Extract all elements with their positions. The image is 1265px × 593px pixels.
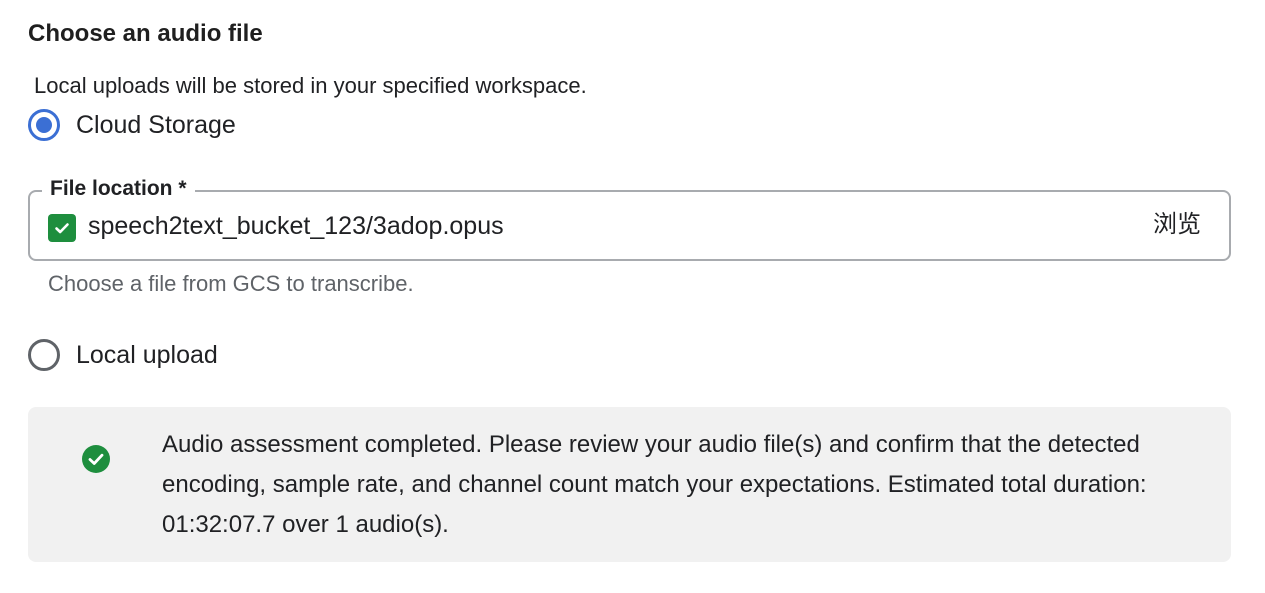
cloud-storage-option[interactable]: Cloud Storage bbox=[28, 108, 236, 142]
file-location-hint: Choose a file from GCS to transcribe. bbox=[48, 271, 414, 296]
section-title: Choose an audio file bbox=[28, 20, 263, 47]
browse-button[interactable]: 浏览 bbox=[1153, 206, 1201, 242]
checkmark-icon bbox=[55, 223, 69, 234]
section-description: Local uploads will be stored in your spe… bbox=[34, 73, 587, 98]
file-location-value: speech2text_bucket_123/3adop.opus bbox=[88, 212, 504, 240]
file-location-label: File location * bbox=[42, 175, 195, 203]
check-circle-icon bbox=[82, 445, 110, 473]
cloud-storage-label: Cloud Storage bbox=[76, 111, 236, 139]
assessment-alert: Audio assessment completed. Please revie… bbox=[28, 407, 1231, 562]
local-upload-radio[interactable] bbox=[28, 339, 60, 371]
cloud-storage-radio[interactable] bbox=[28, 109, 60, 141]
local-upload-option[interactable]: Local upload bbox=[28, 338, 218, 372]
alert-message: Audio assessment completed. Please revie… bbox=[162, 431, 1147, 538]
local-upload-label: Local upload bbox=[76, 341, 218, 369]
file-selected-checkbox[interactable] bbox=[48, 214, 76, 242]
file-location-field[interactable]: File location * speech2text_bucket_123/3… bbox=[28, 175, 1231, 261]
